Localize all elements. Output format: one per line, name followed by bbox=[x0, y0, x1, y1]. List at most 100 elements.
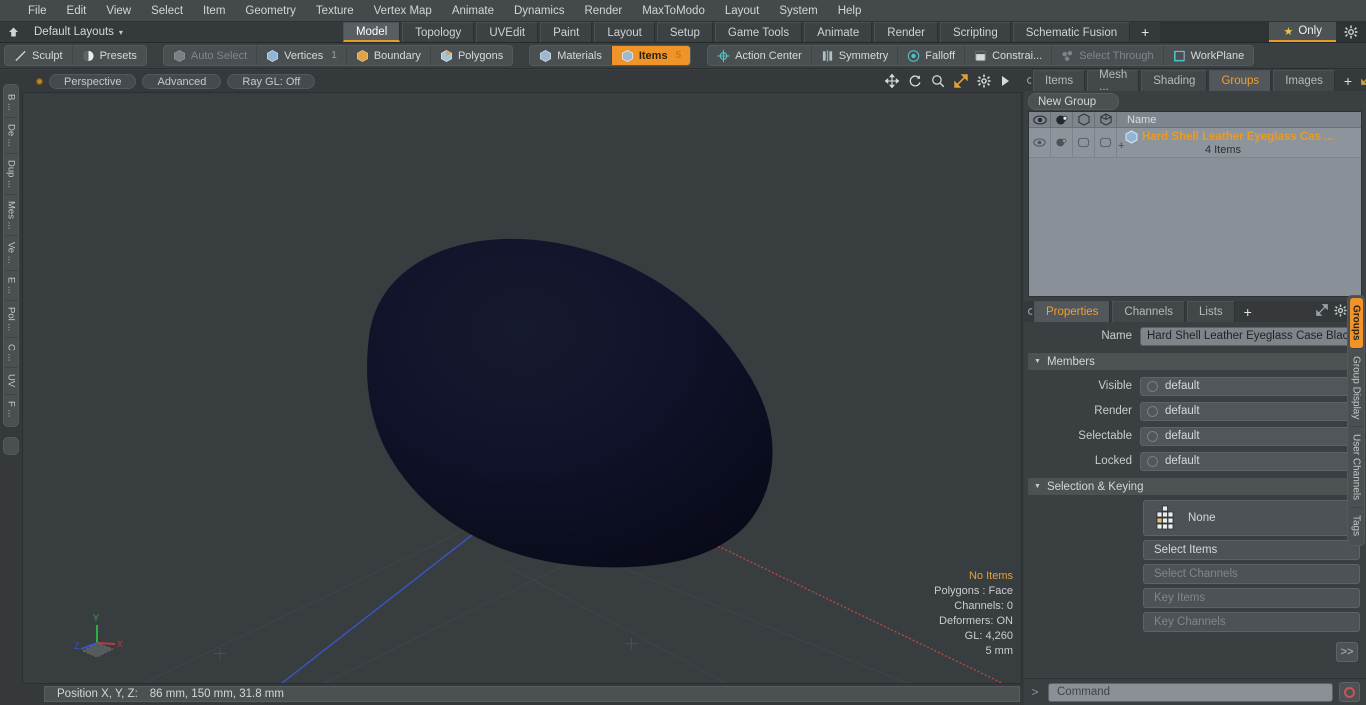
left-tab-mesh[interactable]: Mes ... bbox=[4, 195, 18, 237]
right-tab-shading[interactable]: Shading bbox=[1141, 70, 1208, 91]
items-button[interactable]: Items 5 bbox=[611, 46, 691, 65]
menu-item-maxtomodo[interactable]: MaxToModo bbox=[632, 3, 715, 19]
constraint-button[interactable]: Constrai... bbox=[965, 46, 1053, 65]
left-tab-polygon[interactable]: Pol ... bbox=[4, 301, 18, 338]
right-tab-mesh[interactable]: Mesh ... bbox=[1087, 69, 1140, 93]
add-tab-button[interactable]: + bbox=[1132, 22, 1158, 42]
selection-keying-section-header[interactable]: ▼ Selection & Keying bbox=[1028, 478, 1362, 495]
selectable-dropdown[interactable]: default ▼ bbox=[1140, 426, 1360, 446]
locked-radio-icon[interactable] bbox=[1147, 455, 1158, 467]
home-icon[interactable] bbox=[0, 22, 26, 42]
tab-scroll-left-icon[interactable] bbox=[1026, 70, 1033, 91]
tab-setup[interactable]: Setup bbox=[656, 22, 713, 42]
menu-item-texture[interactable]: Texture bbox=[306, 3, 364, 19]
viewport-3d[interactable]: No Items Polygons : Face Channels: 0 Def… bbox=[22, 92, 1022, 684]
properties-expand-icon[interactable] bbox=[1316, 304, 1328, 319]
render-radio-icon[interactable] bbox=[1147, 405, 1158, 417]
play-icon[interactable] bbox=[1000, 75, 1010, 87]
boundary-button[interactable]: Boundary bbox=[347, 46, 431, 65]
members-section-header[interactable]: ▼ Members bbox=[1028, 353, 1362, 370]
tab-paint[interactable]: Paint bbox=[540, 22, 593, 42]
action-center-button[interactable]: Action Center bbox=[708, 46, 812, 65]
table-row[interactable]: + Hard Shell Leather Eyeglass Cas ... 4 … bbox=[1029, 128, 1361, 158]
vtab-groups[interactable]: Groups bbox=[1349, 298, 1363, 349]
visible-radio-icon[interactable] bbox=[1147, 380, 1158, 392]
tab-layout[interactable]: Layout bbox=[594, 22, 655, 42]
viewport-projection-button[interactable]: Perspective bbox=[49, 73, 137, 89]
zoom-icon[interactable] bbox=[931, 74, 945, 88]
left-tab-fusion[interactable]: F ... bbox=[5, 395, 18, 423]
falloff-button[interactable]: Falloff bbox=[898, 46, 966, 65]
settings-gear-icon[interactable] bbox=[1336, 22, 1366, 42]
properties-scroll-left-icon[interactable] bbox=[1026, 301, 1034, 322]
tab-topology[interactable]: Topology bbox=[402, 22, 475, 42]
left-tab-deform[interactable]: De ... bbox=[4, 118, 18, 154]
auto-select-button[interactable]: Auto Select bbox=[164, 46, 258, 65]
pan-icon[interactable] bbox=[885, 74, 899, 88]
row-content[interactable]: + Hard Shell Leather Eyeglass Cas ... 4 … bbox=[1117, 128, 1361, 157]
row-locked-toggle[interactable] bbox=[1095, 128, 1117, 157]
tab-properties[interactable]: Properties bbox=[1034, 301, 1111, 322]
row-expander[interactable]: + bbox=[1118, 140, 1124, 152]
visible-dropdown[interactable]: default ▼ bbox=[1140, 376, 1360, 396]
right-tab-groups[interactable]: Groups bbox=[1209, 70, 1272, 91]
vtab-group-display[interactable]: Group Display bbox=[1349, 349, 1363, 427]
workplane-button[interactable]: WorkPlane bbox=[1164, 46, 1254, 65]
menu-item-select[interactable]: Select bbox=[141, 3, 193, 19]
tab-scripting[interactable]: Scripting bbox=[939, 22, 1011, 42]
tab-channels[interactable]: Channels bbox=[1112, 301, 1186, 322]
new-group-button[interactable]: New Group bbox=[1028, 93, 1120, 110]
vtab-tags[interactable]: Tags bbox=[1350, 508, 1363, 543]
locked-dropdown[interactable]: default ▼ bbox=[1140, 451, 1360, 471]
only-toggle-button[interactable]: ★ Only bbox=[1269, 22, 1336, 42]
select-items-button[interactable]: Select Items bbox=[1143, 540, 1360, 560]
presets-button[interactable]: Presets bbox=[73, 46, 146, 65]
column-render-icon[interactable] bbox=[1051, 112, 1073, 127]
vertices-button[interactable]: Vertices 1 bbox=[257, 46, 347, 65]
menu-item-render[interactable]: Render bbox=[574, 3, 632, 19]
left-tab-duplicate[interactable]: Dup ... bbox=[4, 154, 18, 195]
properties-add-tab-button[interactable]: + bbox=[1237, 301, 1259, 322]
viewport-gear-icon[interactable] bbox=[977, 74, 991, 88]
rotate-icon[interactable] bbox=[908, 74, 922, 88]
sculpt-button[interactable]: Sculpt bbox=[5, 46, 73, 65]
left-tab-basic[interactable]: B ... bbox=[4, 88, 18, 118]
row-render-icon[interactable] bbox=[1051, 128, 1073, 157]
name-input[interactable]: Hard Shell Leather Eyeglass Case Blac bbox=[1140, 326, 1360, 346]
menu-item-vertex-map[interactable]: Vertex Map bbox=[364, 3, 442, 19]
menu-item-view[interactable]: View bbox=[96, 3, 141, 19]
tab-schematic-fusion[interactable]: Schematic Fusion bbox=[1012, 22, 1131, 42]
tab-lists[interactable]: Lists bbox=[1187, 301, 1235, 322]
tab-render[interactable]: Render bbox=[874, 22, 938, 42]
row-visible-eye-icon[interactable] bbox=[1029, 128, 1051, 157]
menu-item-layout[interactable]: Layout bbox=[715, 3, 770, 19]
command-record-button[interactable] bbox=[1339, 682, 1360, 702]
expand-icon[interactable] bbox=[1361, 73, 1366, 88]
left-tab-curve[interactable]: C ... bbox=[4, 338, 18, 369]
column-locked-icon[interactable] bbox=[1095, 112, 1117, 127]
viewport-raygl-button[interactable]: Ray GL: Off bbox=[227, 73, 316, 89]
selectable-radio-icon[interactable] bbox=[1147, 430, 1158, 442]
menu-item-dynamics[interactable]: Dynamics bbox=[504, 3, 574, 19]
tab-game-tools[interactable]: Game Tools bbox=[714, 22, 803, 42]
menu-item-geometry[interactable]: Geometry bbox=[235, 3, 306, 19]
groups-list-empty-area[interactable] bbox=[1029, 158, 1361, 296]
symmetry-button[interactable]: Symmetry bbox=[812, 46, 899, 65]
menu-item-file[interactable]: File bbox=[18, 3, 57, 19]
selection-mode-dropdown[interactable]: None bbox=[1143, 500, 1360, 536]
left-tab-uv[interactable]: UV bbox=[4, 368, 18, 395]
vtab-user-channels[interactable]: User Channels bbox=[1349, 427, 1363, 509]
render-dropdown[interactable]: default ▼ bbox=[1140, 401, 1360, 421]
right-tab-add-button[interactable]: + bbox=[1337, 70, 1359, 91]
viewport-indicator-dot[interactable] bbox=[36, 77, 43, 85]
column-visible-eye-icon[interactable] bbox=[1029, 112, 1051, 127]
right-tab-images[interactable]: Images bbox=[1273, 70, 1335, 91]
tab-uvedit[interactable]: UVEdit bbox=[476, 22, 539, 42]
polygons-button[interactable]: Polygons bbox=[431, 46, 512, 65]
select-through-button[interactable]: Select Through bbox=[1052, 46, 1164, 65]
fit-icon[interactable] bbox=[954, 74, 968, 88]
key-items-button[interactable]: Key Items bbox=[1143, 588, 1360, 608]
layout-selector[interactable]: Default Layouts ▾ bbox=[26, 22, 131, 42]
row-selectable-toggle[interactable] bbox=[1073, 128, 1095, 157]
viewport-shading-button[interactable]: Advanced bbox=[142, 73, 222, 89]
